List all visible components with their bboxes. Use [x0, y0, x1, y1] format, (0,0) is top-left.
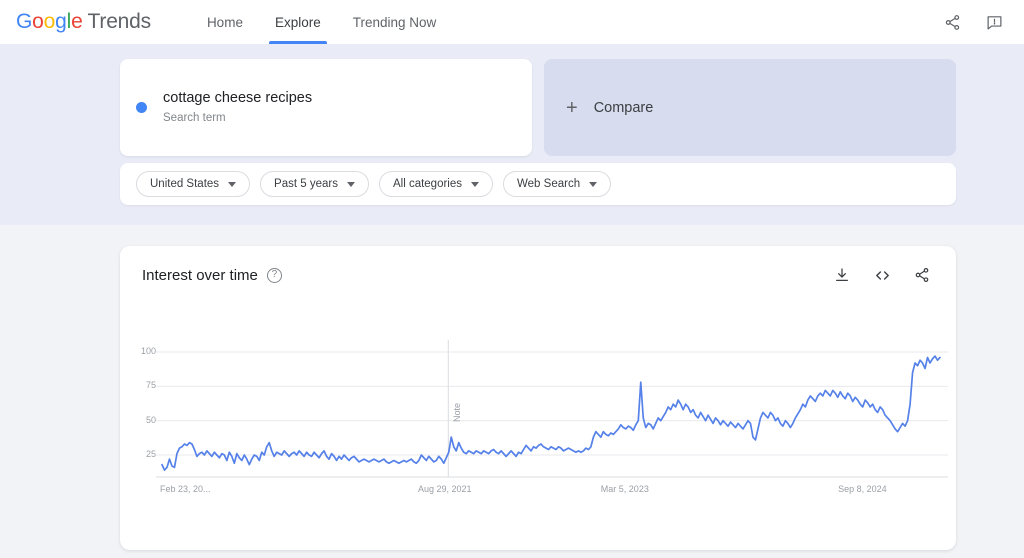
x-tick-label: Sep 8, 2024 [838, 484, 887, 494]
x-tick-label: Feb 23, 20... [160, 484, 211, 494]
nav-links: Home Explore Trending Now [191, 0, 452, 44]
y-tick-label: 100 [140, 346, 156, 356]
search-term-type: Search term [163, 112, 226, 124]
topbar-actions [940, 10, 1006, 34]
feedback-icon[interactable] [982, 10, 1006, 34]
chevron-down-icon [471, 181, 480, 187]
nav-item-trending-now-label: Trending Now [352, 14, 437, 30]
share-icon[interactable] [940, 10, 964, 34]
interest-over-time-line-chart[interactable] [120, 336, 956, 506]
filter-category-label: All categories [392, 178, 463, 190]
x-tick-label: Mar 5, 2023 [600, 484, 649, 494]
chevron-down-icon [346, 181, 355, 187]
logo-letter-o2: o [43, 10, 56, 33]
top-navigation-bar: Google Trends Home Explore Trending Now [0, 0, 1024, 44]
filter-timerange-label: Past 5 years [274, 178, 338, 190]
nav-item-explore[interactable]: Explore [259, 0, 337, 44]
interest-over-time-card: Interest over time ? 25 50 75 100 Feb 23… [120, 246, 956, 550]
filter-searchtype-label: Web Search [517, 178, 581, 190]
filter-timerange-dropdown[interactable]: Past 5 years [260, 171, 369, 197]
filter-location-dropdown[interactable]: United States [136, 171, 251, 197]
filter-category-dropdown[interactable]: All categories [378, 171, 494, 197]
chart-header: Interest over time ? [142, 262, 934, 288]
logo-word-trends: Trends [87, 10, 152, 33]
nav-item-home[interactable]: Home [191, 0, 259, 44]
y-tick-label: 25 [145, 449, 156, 459]
nav-item-explore-label: Explore [274, 14, 321, 30]
google-trends-logo[interactable]: Google Trends [16, 10, 151, 34]
embed-icon[interactable] [870, 263, 894, 287]
note-label: Note [452, 402, 463, 422]
search-term-text: cottage cheese recipes Search term [163, 89, 312, 126]
logo-letter-e: e [71, 10, 83, 33]
google-trends-page: Google Trends Home Explore Trending Now [0, 0, 1024, 558]
help-icon[interactable]: ? [266, 267, 282, 283]
chart-actions [830, 263, 934, 287]
y-tick-label: 75 [145, 380, 156, 391]
download-icon[interactable] [830, 263, 854, 287]
logo-letter-g: G [16, 10, 33, 33]
logo-letter-g2: g [55, 10, 67, 33]
chevron-down-icon [228, 181, 237, 187]
share-icon[interactable] [910, 263, 934, 287]
filter-bar: United States Past 5 years All categorie… [120, 163, 956, 205]
nav-item-home-label: Home [206, 14, 243, 30]
search-term-value: cottage cheese recipes [163, 90, 313, 106]
compare-label: Compare [593, 99, 654, 116]
logo-letter-o1: o [32, 10, 44, 33]
compare-button[interactable]: + Compare [544, 59, 956, 156]
x-tick-label: Aug 29, 2021 [417, 484, 472, 494]
chart-title: Interest over time [142, 266, 258, 284]
filter-searchtype-dropdown[interactable]: Web Search [503, 171, 612, 197]
filter-location-label: United States [150, 178, 220, 190]
query-row: cottage cheese recipes Search term + Com… [120, 59, 956, 156]
chart-plot-area[interactable]: 25 50 75 100 Feb 23, 20... Aug 29, 2021 Mar 5… [120, 336, 956, 506]
series-line-0[interactable] [161, 355, 941, 471]
plus-icon: + [566, 96, 578, 119]
series-color-dot [136, 102, 147, 113]
y-tick-label: 50 [145, 414, 156, 425]
search-term-card[interactable]: cottage cheese recipes Search term [120, 59, 532, 156]
nav-item-trending-now[interactable]: Trending Now [337, 0, 453, 44]
chevron-down-icon [589, 181, 598, 187]
